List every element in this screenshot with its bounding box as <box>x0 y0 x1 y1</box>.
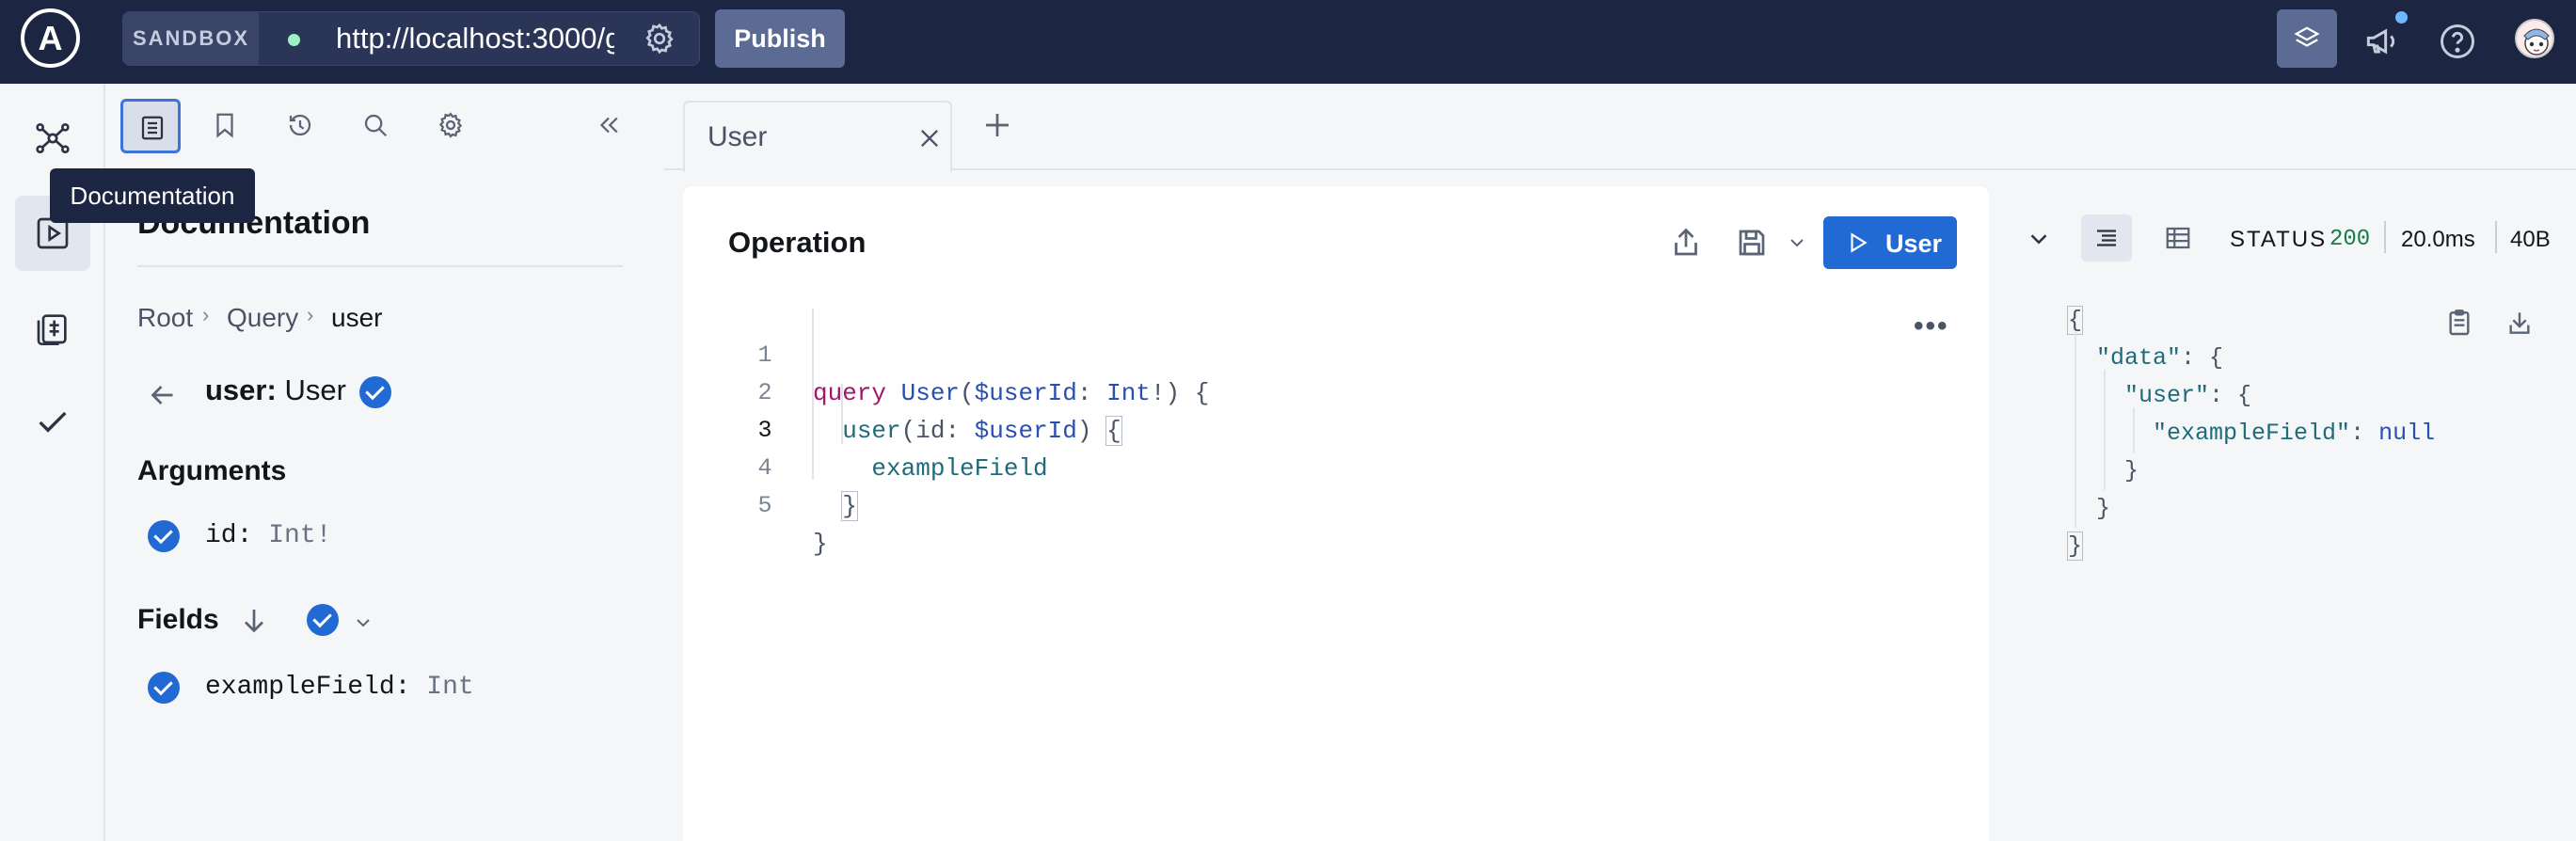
close-icon[interactable] <box>916 125 943 151</box>
tab-user-label: User <box>708 121 768 152</box>
tab-user[interactable]: User <box>683 101 952 172</box>
bookmarks-tab-button[interactable] <box>196 99 256 153</box>
notification-dot <box>2395 11 2408 24</box>
field-exampleField: exampleField: Int <box>205 673 474 702</box>
chevron-down-icon[interactable] <box>352 611 374 634</box>
field-include-checkbox[interactable] <box>359 376 391 408</box>
checkmark-icon <box>39 411 67 433</box>
run-operation-button[interactable]: User <box>1823 216 1957 269</box>
divider <box>2495 221 2497 253</box>
search-tab-button[interactable] <box>346 99 406 153</box>
field-exampleField-type[interactable]: Int <box>426 673 473 702</box>
arguments-heading: Arguments <box>137 455 287 486</box>
bookmark-icon <box>216 113 233 138</box>
code-line-2: 2 user(id: $userId) { <box>757 379 1122 446</box>
save-options-chevron-icon[interactable] <box>1786 231 1808 254</box>
download-icon[interactable] <box>2504 308 2535 338</box>
publish-button[interactable]: Publish <box>715 9 845 68</box>
editor-more-options-icon[interactable]: ••• <box>1914 310 1949 342</box>
operation-tabs: User <box>664 84 2576 172</box>
text-lines-icon <box>2097 230 2116 246</box>
divider <box>2384 221 2386 253</box>
avatar-icon <box>2523 28 2550 56</box>
table-icon <box>2166 227 2190 249</box>
share-icon[interactable] <box>1669 226 1703 260</box>
status-label: STATUS <box>2230 227 2328 252</box>
arg-id-checkbox[interactable] <box>148 520 180 552</box>
documentation-tab-button[interactable] <box>120 99 181 153</box>
select-all-fields-checkbox[interactable] <box>307 604 339 636</box>
search-icon <box>364 114 388 137</box>
connection-settings-gear-icon[interactable] <box>643 22 676 56</box>
settings-tab-button[interactable] <box>421 99 482 153</box>
breadcrumb-user: user <box>331 303 383 332</box>
collections-icon <box>37 314 67 345</box>
graph-icon <box>36 123 70 154</box>
fields-heading: Fields <box>137 604 219 635</box>
field-type[interactable]: User <box>284 373 345 406</box>
breadcrumb-root[interactable]: Root <box>137 303 193 333</box>
operation-title: Operation <box>728 226 867 259</box>
status-code: 200 <box>2330 227 2371 252</box>
apollo-logo[interactable]: A <box>21 8 80 68</box>
collapse-panel-button[interactable] <box>580 99 640 153</box>
indent-guide <box>812 309 814 480</box>
user-avatar[interactable] <box>2515 19 2554 58</box>
back-arrow-icon[interactable] <box>146 378 180 412</box>
code-line-4: 4 } <box>757 454 858 521</box>
save-icon[interactable] <box>1735 226 1769 260</box>
sort-arrow-down-icon[interactable] <box>237 604 271 638</box>
table-view-button[interactable] <box>2153 214 2203 262</box>
field-exampleField-checkbox[interactable] <box>148 672 180 704</box>
endpoint-url-input[interactable]: http://localhost:3000/g <box>336 12 614 65</box>
breadcrumb-separator-icon: › <box>202 303 210 326</box>
graph-layers-button[interactable] <box>2277 9 2337 68</box>
top-bar: A SANDBOX http://localhost:3000/g Publis… <box>0 0 2576 84</box>
breadcrumb-query[interactable]: Query <box>227 303 298 333</box>
copy-icon[interactable] <box>2444 308 2474 338</box>
response-size: 40B <box>2510 227 2551 252</box>
response-panel: STATUS 200 20.0ms 40B { "data": { "user"… <box>1991 170 2576 841</box>
collapse-response-chevron-icon[interactable] <box>2025 225 2053 253</box>
breadcrumb-separator-icon: › <box>307 303 314 326</box>
history-icon <box>289 114 311 136</box>
run-button-label: User <box>1885 230 1943 258</box>
code-line-1: 1 query User($userId: Int!) { <box>757 341 1210 407</box>
documentation-tooltip: Documentation <box>50 168 255 223</box>
json-view-button[interactable] <box>2081 214 2132 262</box>
rail-collections-button[interactable] <box>15 291 90 366</box>
add-tab-icon[interactable] <box>980 108 1014 142</box>
document-icon <box>141 116 164 140</box>
code-line-3: 3 exampleField <box>757 417 1048 483</box>
gear-icon <box>438 112 463 138</box>
history-tab-button[interactable] <box>271 99 331 153</box>
field-title: user: User <box>205 373 346 406</box>
field-name: user <box>205 373 267 406</box>
rail-schema-button[interactable] <box>15 101 90 176</box>
rail-checks-button[interactable] <box>15 385 90 460</box>
endpoint-url-box[interactable]: SANDBOX http://localhost:3000/g <box>122 11 700 66</box>
double-chevron-left-icon <box>599 117 618 134</box>
arg-id-type[interactable]: Int! <box>268 521 331 550</box>
help-icon[interactable] <box>2437 21 2478 62</box>
arg-id: id: Int! <box>205 521 332 550</box>
operation-editor: Operation User ••• 1 query User($userId:… <box>683 186 1989 841</box>
megaphone-icon[interactable] <box>2361 21 2403 62</box>
response-time: 20.0ms <box>2401 227 2475 252</box>
docs-divider <box>137 265 623 267</box>
graph-layers-icon <box>2294 26 2320 47</box>
play-icon <box>1851 232 1868 253</box>
indent-guide <box>841 384 843 444</box>
connection-status-dot <box>288 34 300 46</box>
sandbox-badge: SANDBOX <box>123 12 259 65</box>
code-line-5: 5 } <box>757 492 828 558</box>
